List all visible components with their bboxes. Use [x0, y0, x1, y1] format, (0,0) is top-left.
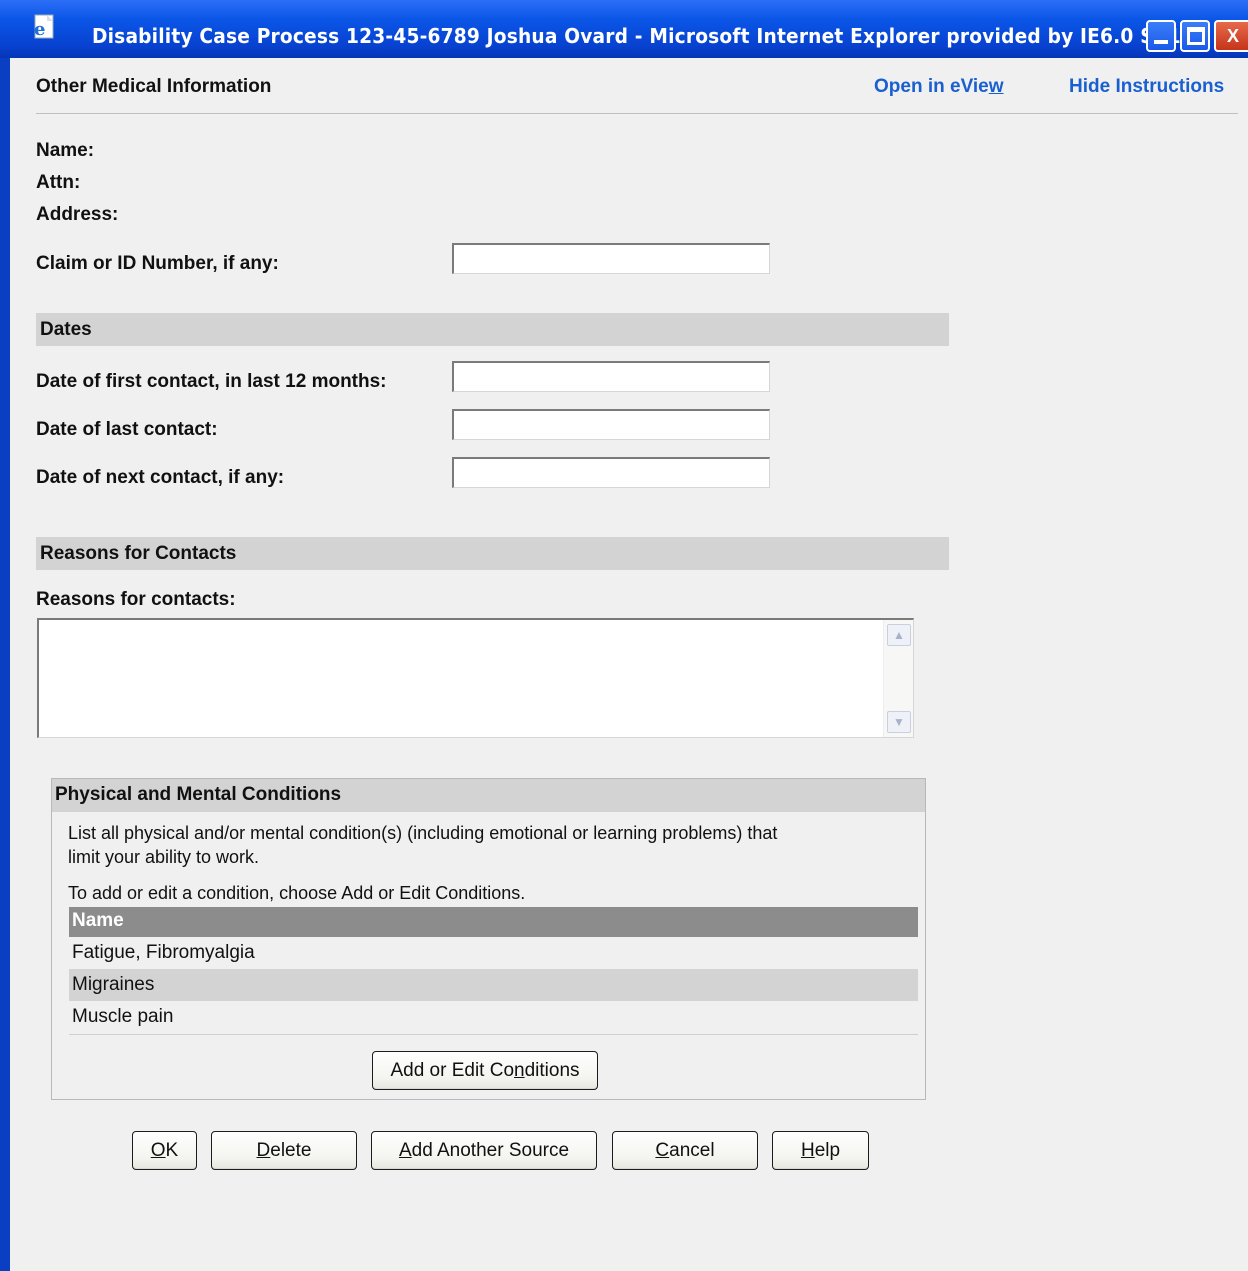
last-contact-label: Date of last contact:	[36, 419, 218, 440]
close-icon: X	[1226, 26, 1239, 46]
address-label: Address:	[36, 204, 119, 225]
help-button[interactable]: Help	[772, 1131, 869, 1170]
table-row[interactable]: Migraines	[69, 969, 918, 1001]
page-title: Other Medical Information	[36, 76, 272, 97]
textarea-scrollbar[interactable]: ▲ ▼	[883, 620, 913, 737]
accelerator-key: n	[514, 1060, 525, 1081]
reasons-textarea[interactable]: ▲ ▼	[37, 618, 914, 738]
conditions-hint: To add or edit a condition, choose Add o…	[68, 883, 526, 903]
conditions-column-header: Name	[69, 907, 918, 937]
minimize-icon	[1154, 40, 1168, 44]
add-another-source-button[interactable]: Add Another Source	[371, 1131, 597, 1170]
accelerator-key: O	[150, 1140, 166, 1161]
chevron-down-icon[interactable]: ▼	[887, 711, 911, 733]
ie-page-icon[interactable]: e	[30, 13, 58, 41]
attn-label: Attn:	[36, 172, 81, 193]
page-header: Other Medical Information Open in eView …	[36, 74, 1238, 114]
next-contact-date-input[interactable]	[452, 457, 770, 488]
reasons-section-header: Reasons for Contacts	[36, 537, 949, 570]
conditions-section-header: Physical and Mental Conditions	[52, 779, 925, 812]
table-row[interactable]: Muscle pain	[69, 1001, 918, 1033]
page-content: Other Medical Information Open in eView …	[20, 58, 1248, 1271]
delete-button[interactable]: Delete	[211, 1131, 357, 1170]
button-label: elete	[270, 1140, 312, 1161]
first-contact-date-input[interactable]	[452, 361, 770, 392]
add-or-edit-conditions-button[interactable]: Add or Edit Conditions	[372, 1051, 598, 1090]
conditions-panel: Physical and Mental Conditions List all …	[51, 778, 926, 1100]
minimize-button[interactable]	[1146, 20, 1176, 52]
conditions-description: List all physical and/or mental conditio…	[68, 823, 778, 867]
close-button[interactable]: X	[1214, 20, 1248, 52]
title-bar[interactable]: e Disability Case Process 123-45-6789 Jo…	[0, 0, 1248, 58]
accelerator-key: D	[256, 1140, 271, 1161]
button-label: ancel	[669, 1140, 715, 1161]
conditions-table: Name Fatigue, Fibromyalgia Migraines Mus…	[69, 907, 918, 1035]
button-label: Add or Edit Co	[390, 1060, 515, 1081]
reasons-label: Reasons for contacts:	[36, 589, 236, 610]
accelerator-key: C	[655, 1140, 670, 1161]
maximize-icon	[1187, 27, 1205, 45]
chevron-up-icon[interactable]: ▲	[887, 624, 911, 646]
button-label: elp	[814, 1140, 841, 1161]
button-label: ditions	[524, 1060, 580, 1081]
accelerator-key: H	[800, 1140, 815, 1161]
table-row[interactable]: Fatigue, Fibromyalgia	[69, 937, 918, 969]
claim-number-label: Claim or ID Number, if any:	[36, 253, 279, 274]
cancel-button[interactable]: Cancel	[612, 1131, 758, 1170]
next-contact-label: Date of next contact, if any:	[36, 467, 285, 488]
button-label: K	[165, 1140, 179, 1161]
name-label: Name:	[36, 140, 95, 161]
first-contact-label: Date of first contact, in last 12 months…	[36, 371, 387, 392]
ok-button[interactable]: OK	[132, 1131, 197, 1170]
maximize-button[interactable]	[1180, 20, 1210, 52]
window-title: Disability Case Process 123-45-6789 Josh…	[92, 24, 1203, 48]
table-divider	[69, 1033, 918, 1035]
last-contact-date-input[interactable]	[452, 409, 770, 440]
svg-text:e: e	[34, 19, 45, 40]
hide-instructions-link[interactable]: Hide Instructions	[1069, 76, 1224, 98]
button-label: dd Another Source	[411, 1140, 570, 1161]
ie-window: e Disability Case Process 123-45-6789 Jo…	[0, 0, 1248, 1271]
dates-section-header: Dates	[36, 313, 949, 346]
claim-number-input[interactable]	[452, 243, 770, 274]
accelerator-key: A	[398, 1140, 412, 1161]
open-in-eview-link[interactable]: Open in eView	[874, 76, 1004, 98]
